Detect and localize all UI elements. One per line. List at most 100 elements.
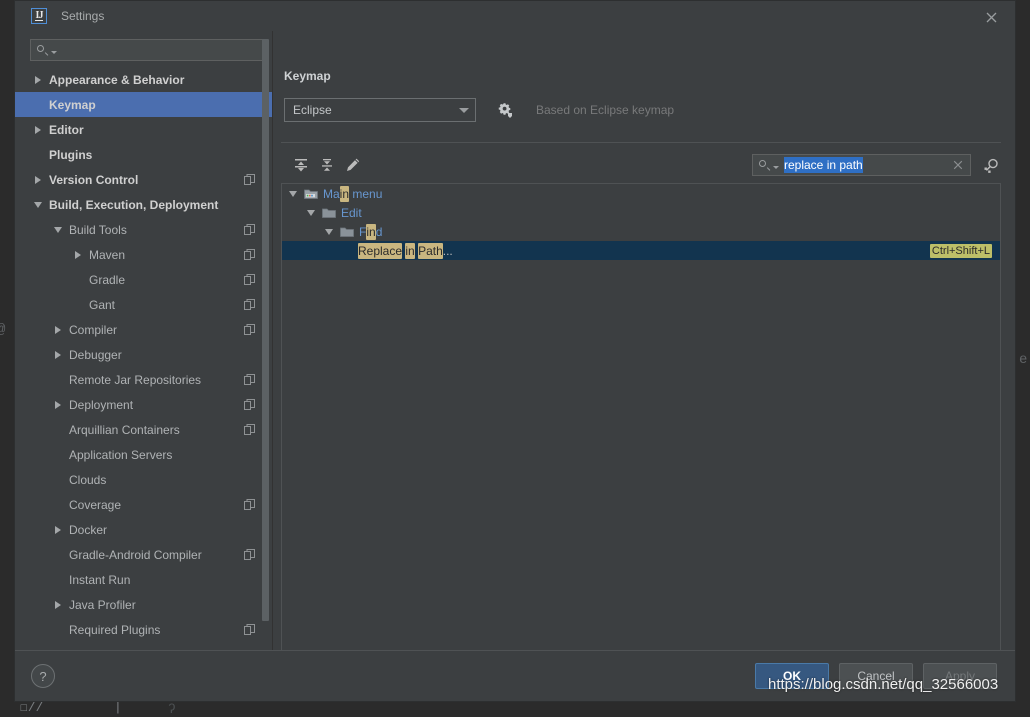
sidebar-item-label: Debugger xyxy=(69,347,122,362)
sidebar-item-gradle-android-compiler[interactable]: Gradle-Android Compiler xyxy=(15,542,272,567)
cancel-button[interactable]: Cancel xyxy=(839,663,913,689)
close-icon[interactable] xyxy=(981,7,1001,27)
sidebar-item-required-plugins[interactable]: Required Plugins xyxy=(15,617,272,642)
chevron-right-icon[interactable] xyxy=(53,599,65,611)
sidebar-item-instant-run[interactable]: Instant Run xyxy=(15,567,272,592)
sidebar-item-languages-frameworks[interactable]: Languages & Frameworks xyxy=(15,642,272,651)
copy-settings-icon[interactable] xyxy=(244,374,255,385)
sidebar-item-version-control[interactable]: Version Control xyxy=(15,167,272,192)
copy-settings-icon[interactable] xyxy=(244,299,255,310)
action-tree-group-row[interactable]: Find xyxy=(282,222,1000,241)
sidebar-item-build-execution-deployment[interactable]: Build, Execution, Deployment xyxy=(15,192,272,217)
chevron-right-icon[interactable] xyxy=(53,324,65,336)
sidebar-item-gant[interactable]: Gant xyxy=(15,292,272,317)
chevron-right-icon[interactable] xyxy=(33,74,45,86)
chevron-right-icon[interactable] xyxy=(53,524,65,536)
sidebar-item-label: Build Tools xyxy=(69,222,127,237)
sidebar-search-input[interactable] xyxy=(61,42,262,58)
find-by-shortcut-icon[interactable] xyxy=(981,155,1001,175)
background-mark-3: ʔ xyxy=(168,702,176,717)
chevron-down-icon[interactable] xyxy=(288,188,300,200)
chevron-down-icon xyxy=(459,107,469,113)
keymap-actions-tree[interactable]: Main menu Edit Find Replace in Path... Ctrl+… xyxy=(281,183,1001,650)
twisty-spacer xyxy=(33,149,45,161)
sidebar-item-plugins[interactable]: Plugins xyxy=(15,142,272,167)
folder-icon xyxy=(340,226,354,238)
copy-settings-icon[interactable] xyxy=(244,399,255,410)
background-bottom-strip xyxy=(0,702,1030,717)
copy-settings-icon[interactable] xyxy=(244,499,255,510)
sidebar-item-appearance-behavior[interactable]: Appearance & Behavior xyxy=(15,67,272,92)
sidebar-item-label: Deployment xyxy=(69,397,134,412)
background-glyph-right: e xyxy=(1019,352,1028,368)
settings-category-tree[interactable]: Appearance & Behavior Keymap Editor Plugins… xyxy=(15,67,272,650)
based-on-keymap-label: Based on Eclipse keymap xyxy=(536,103,675,117)
chevron-right-icon[interactable] xyxy=(53,349,65,361)
action-label: Find xyxy=(359,223,383,240)
dialog-body: Appearance & Behavior Keymap Editor Plugins… xyxy=(15,31,1015,650)
edit-shortcut-icon[interactable] xyxy=(341,153,365,177)
copy-settings-icon[interactable] xyxy=(244,174,255,185)
copy-settings-icon[interactable] xyxy=(244,624,255,635)
keymap-search-value[interactable]: replace in path xyxy=(784,157,950,173)
sidebar-search-field[interactable] xyxy=(30,39,263,61)
copy-settings-icon[interactable] xyxy=(244,224,255,235)
chevron-right-icon[interactable] xyxy=(33,174,45,186)
sidebar-item-build-tools[interactable]: Build Tools xyxy=(15,217,272,242)
sidebar-item-java-profiler[interactable]: Java Profiler xyxy=(15,592,272,617)
sidebar-item-arquillian-containers[interactable]: Arquillian Containers xyxy=(15,417,272,442)
sidebar-item-deployment[interactable]: Deployment xyxy=(15,392,272,417)
copy-settings-icon[interactable] xyxy=(244,249,255,260)
chevron-right-icon[interactable] xyxy=(33,124,45,136)
chevron-down-icon[interactable] xyxy=(33,199,45,211)
sidebar-item-editor[interactable]: Editor xyxy=(15,117,272,142)
twisty-spacer xyxy=(53,574,65,586)
sidebar-item-keymap[interactable]: Keymap xyxy=(15,92,272,117)
sidebar-item-docker[interactable]: Docker xyxy=(15,517,272,542)
sidebar-item-label: Instant Run xyxy=(69,572,131,587)
chevron-down-icon[interactable] xyxy=(324,226,336,238)
sidebar-item-label: Application Servers xyxy=(69,447,173,462)
twisty-spacer xyxy=(53,424,65,436)
twisty-spacer xyxy=(53,374,65,386)
close-icon[interactable] xyxy=(950,157,966,173)
sidebar-scrollbar[interactable] xyxy=(262,39,269,642)
copy-settings-icon[interactable] xyxy=(244,424,255,435)
sidebar-item-coverage[interactable]: Coverage xyxy=(15,492,272,517)
action-tree-leaf-row[interactable]: Replace in Path... Ctrl+Shift+L xyxy=(282,241,1000,260)
ok-button[interactable]: OK xyxy=(755,663,829,689)
sidebar-search-container xyxy=(15,31,272,67)
settings-sidebar: Appearance & Behavior Keymap Editor Plugins… xyxy=(15,31,273,650)
sidebar-item-label: Editor xyxy=(49,122,84,137)
expand-all-icon[interactable] xyxy=(289,153,313,177)
dialog-titlebar: IJ Settings xyxy=(15,1,1015,31)
sidebar-item-compiler[interactable]: Compiler xyxy=(15,317,272,342)
sidebar-item-remote-jar-repositories[interactable]: Remote Jar Repositories xyxy=(15,367,272,392)
sidebar-item-label: Java Profiler xyxy=(69,597,136,612)
chevron-down-icon[interactable] xyxy=(53,224,65,236)
sidebar-item-clouds[interactable]: Clouds xyxy=(15,467,272,492)
action-tree-group-row[interactable]: Main menu xyxy=(282,184,1000,203)
sidebar-item-label: Plugins xyxy=(49,147,93,162)
sidebar-scrollbar-thumb[interactable] xyxy=(262,39,269,621)
copy-settings-icon[interactable] xyxy=(244,274,255,285)
copy-settings-icon[interactable] xyxy=(244,324,255,335)
sidebar-item-debugger[interactable]: Debugger xyxy=(15,342,272,367)
help-button[interactable]: ? xyxy=(31,664,55,688)
chevron-right-icon[interactable] xyxy=(73,249,85,261)
sidebar-item-application-servers[interactable]: Application Servers xyxy=(15,442,272,467)
twisty-spacer xyxy=(53,499,65,511)
sidebar-item-label: Keymap xyxy=(49,97,96,112)
collapse-all-icon[interactable] xyxy=(315,153,339,177)
keymap-search-field[interactable]: replace in path xyxy=(752,154,971,176)
keymap-panel: Keymap Eclipse Based on Eclipse keymap r… xyxy=(273,31,1015,650)
copy-settings-icon[interactable] xyxy=(244,549,255,560)
dialog-action-buttons: OK Cancel Apply xyxy=(755,663,997,689)
action-tree-group-row[interactable]: Edit xyxy=(282,203,1000,222)
chevron-down-icon[interactable] xyxy=(306,207,318,219)
keymap-select[interactable]: Eclipse xyxy=(284,98,476,122)
sidebar-item-maven[interactable]: Maven xyxy=(15,242,272,267)
chevron-right-icon[interactable] xyxy=(53,399,65,411)
gear-icon[interactable] xyxy=(498,102,514,118)
sidebar-item-gradle[interactable]: Gradle xyxy=(15,267,272,292)
